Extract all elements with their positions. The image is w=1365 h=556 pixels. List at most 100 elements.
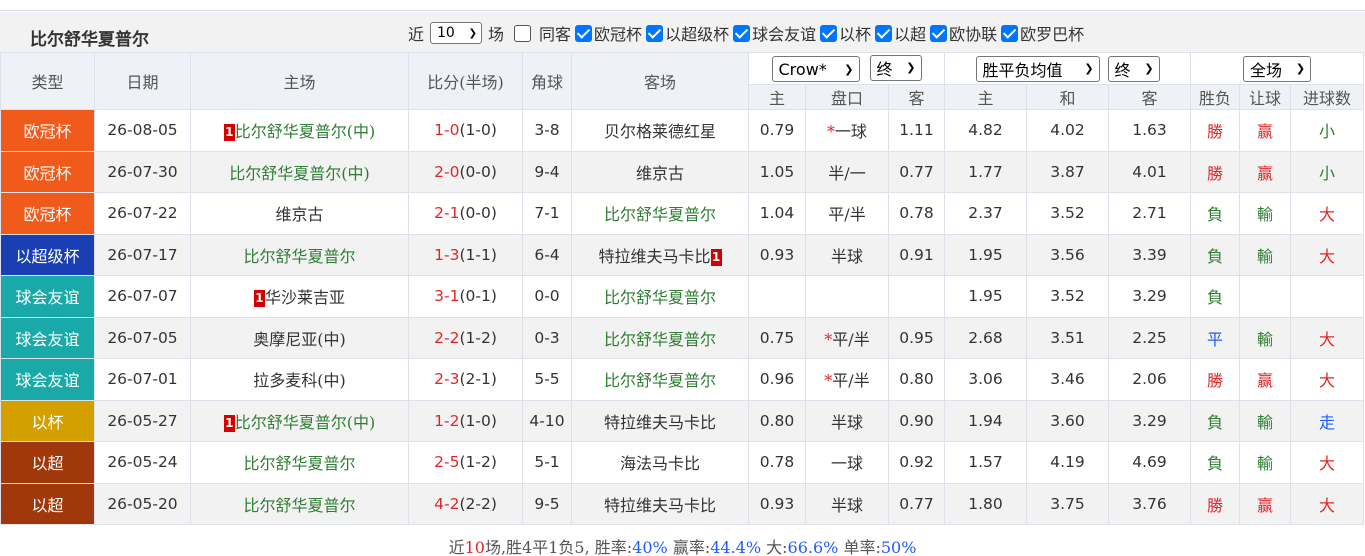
filter-2[interactable]: 以超级杯 <box>646 21 729 45</box>
result-value: 負 <box>1207 288 1224 308</box>
away-cell[interactable]: 贝尔格莱德红星 <box>571 109 749 152</box>
checkbox-checked-icon[interactable] <box>733 24 751 42</box>
chevron-down-icon: ❯ <box>468 27 478 39</box>
filter-5[interactable]: 以超 <box>875 21 926 45</box>
filter-6[interactable]: 欧协联 <box>930 21 997 45</box>
handicap-away-odds: 0.78 <box>899 204 934 223</box>
company-select[interactable]: Crow* ❯ <box>771 56 860 83</box>
odds-period-select[interactable]: 终 ❯ <box>1107 55 1160 82</box>
odds-draw-cell: 4.02 <box>1026 109 1110 152</box>
checkbox-checked-icon[interactable] <box>820 24 838 42</box>
table-row[interactable]: 球会友谊 26-07-07 1华沙莱吉亚 3-1(0-1) 0-0 比尔舒华夏普尔 1.95… <box>0 275 1365 318</box>
home-cell[interactable]: 维京古 <box>190 192 409 235</box>
home-cell[interactable]: 比尔舒华夏普尔 <box>190 233 409 276</box>
odds-draw-cell: 3.60 <box>1026 399 1110 442</box>
odds-away-cell: 4.01 <box>1108 150 1192 193</box>
table-row[interactable]: 以超级杯 26-07-17 比尔舒华夏普尔 1-3(1-1) 6-4 特拉维夫马卡比1 0.… <box>0 233 1365 276</box>
away-cell[interactable]: 比尔舒华夏普尔 <box>571 316 749 359</box>
home-cell[interactable]: 比尔舒华夏普尔(中) <box>190 150 409 193</box>
result-value: 負 <box>1207 454 1224 474</box>
odds-home-cell: 2.37 <box>944 192 1028 235</box>
handicap-away-odds: 0.95 <box>899 328 934 347</box>
checkbox-checked-icon[interactable] <box>930 24 948 42</box>
table-row[interactable]: 欧冠杯 26-08-05 1比尔舒华夏普尔(中) 1-0(1-0) 3-8 贝尔格莱德红星… <box>0 109 1365 152</box>
home-cell[interactable]: 1比尔舒华夏普尔(中) <box>190 109 409 152</box>
result-cell: 平 <box>1190 316 1241 359</box>
odds-draw: 3.60 <box>1050 411 1085 430</box>
odds-type-select[interactable]: 胜平负均值 ❯ <box>975 55 1100 82</box>
table-row[interactable]: 以超 26-05-20 比尔舒华夏普尔 4-2(2-2) 9-5 特拉维夫马卡比 0.93 半… <box>0 482 1365 525</box>
away-cell[interactable]: 比尔舒华夏普尔 <box>571 192 749 235</box>
filter-1[interactable]: 欧冠杯 <box>575 21 642 45</box>
handicap-result-value: 赢 <box>1257 163 1274 183</box>
handicap-home-cell: 1.05 <box>748 150 806 193</box>
home-cell[interactable]: 拉多麦科(中) <box>190 358 409 401</box>
half-score: (1-2) <box>459 453 497 472</box>
filter-0[interactable]: 同客 <box>514 21 571 45</box>
odds-home-cell: 3.06 <box>944 358 1028 401</box>
home-cell[interactable]: 比尔舒华夏普尔 <box>190 441 409 484</box>
away-cell[interactable]: 特拉维夫马卡比 <box>571 482 749 525</box>
away-cell[interactable]: 比尔舒华夏普尔 <box>571 358 749 401</box>
odds-header: 胜平负均值 ❯ 终 ❯ <box>944 52 1192 85</box>
odds-home-cell: 2.68 <box>944 316 1028 359</box>
match-rows: 欧冠杯 26-08-05 1比尔舒华夏普尔(中) 1-0(1-0) 3-8 贝尔格莱德红星… <box>0 109 1365 525</box>
away-cell[interactable]: 海法马卡比 <box>571 441 749 484</box>
handicap-home-cell <box>748 275 806 318</box>
handicap-line: 一球 <box>834 122 867 142</box>
handicap-line-cell: *平/半 <box>805 316 889 359</box>
corner-cell: 5-1 <box>522 441 572 484</box>
corner-value: 7-1 <box>534 204 560 223</box>
checkbox-checked-icon[interactable] <box>575 24 593 42</box>
checkbox-unchecked-icon[interactable] <box>514 24 532 42</box>
checkbox-checked-icon[interactable] <box>646 24 664 42</box>
away-cell[interactable]: 特拉维夫马卡比 <box>571 399 749 442</box>
checkbox-checked-icon[interactable] <box>875 24 893 42</box>
recent-count-select[interactable]: 10 ❯ <box>430 22 483 44</box>
home-cell[interactable]: 比尔舒华夏普尔 <box>190 482 409 525</box>
checkbox-checked-icon[interactable] <box>1001 24 1019 42</box>
odds-away: 4.01 <box>1132 162 1167 181</box>
odds-draw-cell: 3.87 <box>1026 150 1110 193</box>
handicap-home-cell: 0.79 <box>748 109 806 152</box>
half-score: (1-1) <box>459 245 497 264</box>
handicap-away-cell: 0.91 <box>887 233 946 276</box>
handicap-home-cell: 0.96 <box>748 358 806 401</box>
score-value: 2-2 <box>434 328 460 347</box>
handicap-period-select[interactable]: 终 ❯ <box>869 54 922 81</box>
table-row[interactable]: 以超 26-05-24 比尔舒华夏普尔 2-5(1-2) 5-1 海法马卡比 0.78 一球 0… <box>0 441 1365 484</box>
date-cell: 26-07-22 <box>94 192 191 235</box>
away-team-link: 比尔舒华夏普尔 <box>603 371 716 391</box>
date-value: 26-07-30 <box>107 162 178 181</box>
type-label: 欧冠杯 <box>23 163 72 183</box>
away-team-link: 海法马卡比 <box>619 454 700 474</box>
handicap-away-cell: 0.77 <box>887 150 946 193</box>
goals-value: 小 <box>1319 122 1336 142</box>
table-row[interactable]: 以杯 26-05-27 1比尔舒华夏普尔(中) 1-2(1-0) 4-10 特拉维夫马卡比… <box>0 399 1365 442</box>
table-row[interactable]: 球会友谊 26-07-01 拉多麦科(中) 2-3(2-1) 5-5 比尔舒华夏普尔 0.9… <box>0 358 1365 401</box>
away-cell[interactable]: 比尔舒华夏普尔 <box>571 275 749 318</box>
handicap-away-cell: 0.77 <box>887 482 946 525</box>
home-team-link: 奥摩尼亚(中) <box>253 329 346 349</box>
odds-home-cell: 1.80 <box>944 482 1028 525</box>
odds-away: 4.69 <box>1132 453 1167 472</box>
table-row[interactable]: 欧冠杯 26-07-30 比尔舒华夏普尔(中) 2-0(0-0) 9-4 维京古 1.05 半… <box>0 150 1365 193</box>
filter-4[interactable]: 以杯 <box>820 21 871 45</box>
match-table: 类型 日期 主场 比分(半场) 角球 客场 Crow* ❯ 终 ❯ 胜平负均值 ❯ 终 ❯ … <box>0 52 1365 525</box>
handicap-line: 一球 <box>830 454 863 474</box>
filter-7[interactable]: 欧罗巴杯 <box>1001 21 1084 45</box>
home-cell[interactable]: 奥摩尼亚(中) <box>190 316 409 359</box>
away-cell[interactable]: 特拉维夫马卡比1 <box>571 233 749 276</box>
table-row[interactable]: 欧冠杯 26-07-22 维京古 2-1(0-0) 7-1 比尔舒华夏普尔 1.04 平/半 0… <box>0 192 1365 235</box>
away-team-link: 特拉维夫马卡比 <box>603 495 716 515</box>
home-cell[interactable]: 1华沙莱吉亚 <box>190 275 409 318</box>
handicap-home-odds: 0.93 <box>759 245 795 264</box>
away-team-link: 比尔舒华夏普尔 <box>603 205 716 225</box>
corner-cell: 5-5 <box>522 358 572 401</box>
table-row[interactable]: 球会友谊 26-07-05 奥摩尼亚(中) 2-2(1-2) 0-3 比尔舒华夏普尔 0.7… <box>0 316 1365 359</box>
filter-label: 以杯 <box>839 25 872 44</box>
home-cell[interactable]: 1比尔舒华夏普尔(中) <box>190 399 409 442</box>
scope-select[interactable]: 全场 ❯ <box>1243 55 1312 82</box>
away-cell[interactable]: 维京古 <box>571 150 749 193</box>
filter-3[interactable]: 球会友谊 <box>733 21 816 45</box>
